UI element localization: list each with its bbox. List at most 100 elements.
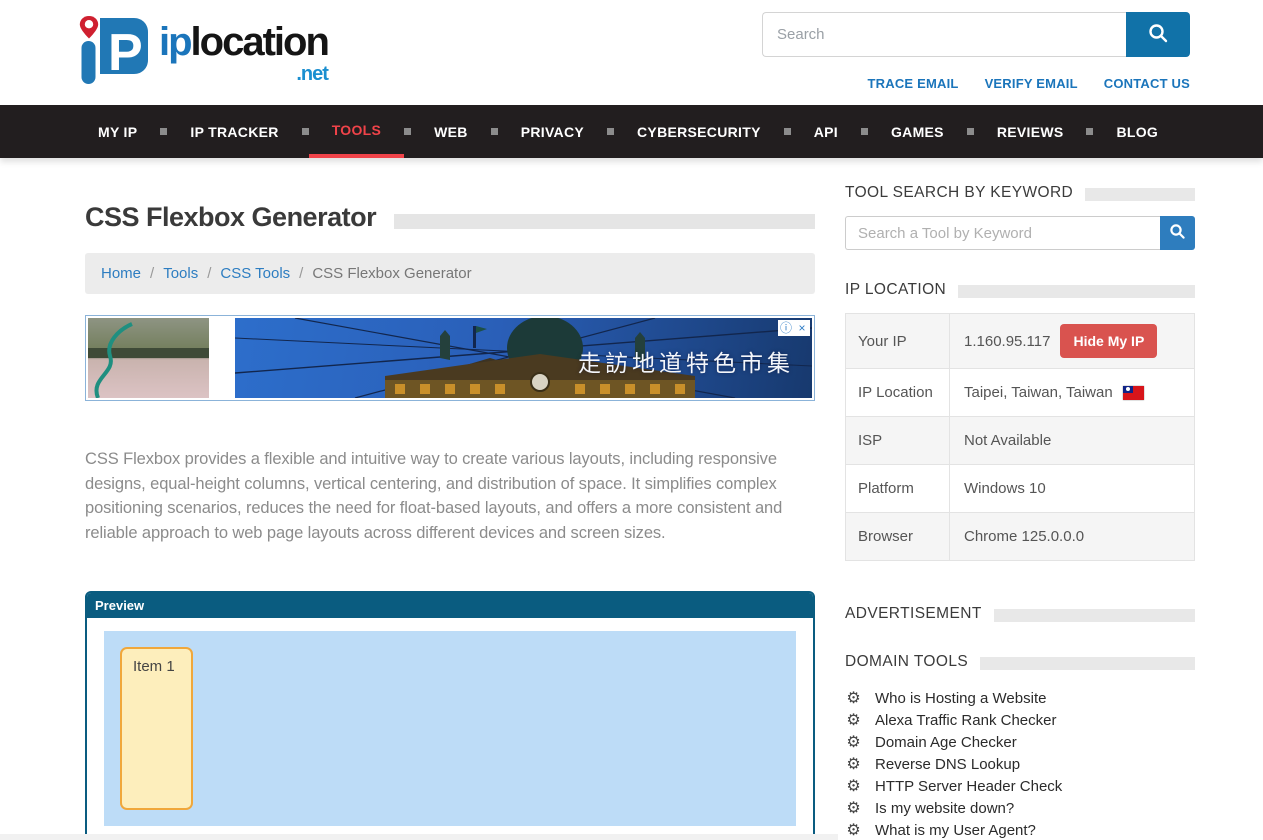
gear-icon: ⚙ xyxy=(845,710,862,732)
contact-us-link[interactable]: CONTACT US xyxy=(1104,76,1190,91)
nav-item-my-ip[interactable]: MY IP xyxy=(75,105,160,158)
heading-decoration-bar xyxy=(958,285,1195,298)
heading-decoration-bar xyxy=(1085,188,1195,201)
breadcrumb-tools[interactable]: Tools xyxy=(163,265,198,282)
ip-location-heading: IP LOCATION xyxy=(845,281,946,299)
ad-info-icon[interactable]: ⓘ xyxy=(778,320,794,336)
site-search-button[interactable] xyxy=(1126,12,1190,57)
browser-value: Chrome 125.0.0.0 xyxy=(964,528,1084,545)
ad-main-image[interactable]: 走訪地道特色市集 ⓘ × xyxy=(235,318,812,398)
ip-row-label: Browser xyxy=(846,513,950,560)
gear-icon: ⚙ xyxy=(845,798,862,820)
preview-title: Preview xyxy=(95,598,144,613)
search-icon xyxy=(1169,223,1186,243)
logo-wordmark: iplocation .net xyxy=(159,22,328,62)
search-icon xyxy=(1147,22,1169,47)
ip-location-heading-row: IP LOCATION xyxy=(845,281,1195,299)
logo-tld: .net xyxy=(296,64,328,84)
heading-decoration-bar xyxy=(994,609,1195,622)
ip-info-table: Your IP 1.160.95.117 Hide My IP IP Locat… xyxy=(845,313,1195,561)
table-row: Your IP 1.160.95.117 Hide My IP xyxy=(846,314,1194,368)
nav-item-privacy[interactable]: PRIVACY xyxy=(498,105,607,158)
ip-location-value: Taipei, Taiwan, Taiwan xyxy=(964,384,1113,401)
breadcrumb-separator: / xyxy=(299,265,303,282)
list-item[interactable]: ⚙ Is my website down? xyxy=(845,798,1195,820)
nav-separator xyxy=(491,128,498,135)
ad-banner[interactable]: 走訪地道特色市集 ⓘ × xyxy=(85,315,815,401)
nav-item-cybersecurity[interactable]: CYBERSECURITY xyxy=(614,105,784,158)
breadcrumb-home[interactable]: Home xyxy=(101,265,141,282)
nav-separator xyxy=(784,128,791,135)
ad-close-icon[interactable]: × xyxy=(794,320,810,336)
ad-badges: ⓘ × xyxy=(778,320,810,336)
header-search-area xyxy=(762,12,1190,57)
logo-word-location: location xyxy=(191,20,328,64)
breadcrumb: Home / Tools / CSS Tools / CSS Flexbox G… xyxy=(85,253,815,294)
preview-panel: Preview Item 1 xyxy=(85,591,815,840)
tool-search-heading: TOOL SEARCH BY KEYWORD xyxy=(845,184,1073,202)
domain-tools-heading: DOMAIN TOOLS xyxy=(845,653,968,671)
site-logo[interactable]: P iplocation .net xyxy=(75,8,328,86)
nav-separator xyxy=(1086,128,1093,135)
main-nav: MY IP IP TRACKER TOOLS WEB PRIVACY CYBER… xyxy=(0,105,1263,158)
breadcrumb-current: CSS Flexbox Generator xyxy=(312,265,471,282)
tool-description: CSS Flexbox provides a flexible and intu… xyxy=(85,447,785,545)
list-item[interactable]: ⚙ Domain Age Checker xyxy=(845,732,1195,754)
table-row: Browser Chrome 125.0.0.0 xyxy=(846,512,1194,560)
alexa-rank-link[interactable]: Alexa Traffic Rank Checker xyxy=(875,710,1056,732)
nav-item-ip-tracker[interactable]: IP TRACKER xyxy=(167,105,301,158)
tool-search-button[interactable] xyxy=(1160,216,1195,250)
tool-search-input[interactable] xyxy=(845,216,1160,250)
nav-item-blog[interactable]: BLOG xyxy=(1093,105,1181,158)
sidebar: TOOL SEARCH BY KEYWORD IP LOCATION Your … xyxy=(845,158,1195,840)
table-row: Platform Windows 10 xyxy=(846,464,1194,512)
domain-age-link[interactable]: Domain Age Checker xyxy=(875,732,1017,754)
nav-item-reviews[interactable]: REVIEWS xyxy=(974,105,1087,158)
ip-row-label: Platform xyxy=(846,465,950,512)
nav-item-tools[interactable]: TOOLS xyxy=(309,105,404,158)
preview-panel-header: Preview xyxy=(87,593,813,618)
hide-my-ip-button[interactable]: Hide My IP xyxy=(1060,324,1157,358)
list-item[interactable]: ⚙ What is my User Agent? xyxy=(845,820,1195,840)
verify-email-link[interactable]: VERIFY EMAIL xyxy=(985,76,1078,91)
who-is-hosting-link[interactable]: Who is Hosting a Website xyxy=(875,688,1046,710)
nav-separator xyxy=(302,128,309,135)
nav-separator xyxy=(607,128,614,135)
breadcrumb-separator: / xyxy=(150,265,154,282)
flexbox-preview-container: Item 1 xyxy=(104,631,796,826)
reverse-dns-link[interactable]: Reverse DNS Lookup xyxy=(875,754,1020,776)
site-header: P iplocation .net TRACE EMAIL VERIFY EMA… xyxy=(0,0,1263,105)
title-decoration-bar xyxy=(394,214,815,229)
nav-item-web[interactable]: WEB xyxy=(411,105,491,158)
website-down-link[interactable]: Is my website down? xyxy=(875,798,1014,820)
gear-icon: ⚙ xyxy=(845,820,862,840)
breadcrumb-css-tools[interactable]: CSS Tools xyxy=(220,265,290,282)
ip-row-label: ISP xyxy=(846,417,950,464)
nav-separator xyxy=(404,128,411,135)
user-agent-link[interactable]: What is my User Agent? xyxy=(875,820,1036,840)
logo-word-ip: ip xyxy=(159,20,191,64)
nav-item-games[interactable]: GAMES xyxy=(868,105,967,158)
your-ip-value: 1.160.95.117 xyxy=(964,333,1050,350)
flex-item-1[interactable]: Item 1 xyxy=(120,647,193,810)
domain-tools-heading-row: DOMAIN TOOLS xyxy=(845,653,1195,671)
preview-panel-body: Item 1 xyxy=(87,618,813,839)
list-item[interactable]: ⚙ Reverse DNS Lookup xyxy=(845,754,1195,776)
main-content: CSS Flexbox Generator Home / Tools / CSS… xyxy=(85,158,815,840)
list-item[interactable]: ⚙ HTTP Server Header Check xyxy=(845,776,1195,798)
http-header-check-link[interactable]: HTTP Server Header Check xyxy=(875,776,1062,798)
ad-caption-text: 走訪地道特色市集 xyxy=(578,344,794,378)
gear-icon: ⚙ xyxy=(845,732,862,754)
nav-item-api[interactable]: API xyxy=(791,105,861,158)
gear-icon: ⚙ xyxy=(845,776,862,798)
list-item[interactable]: ⚙ Alexa Traffic Rank Checker xyxy=(845,710,1195,732)
site-search-input[interactable] xyxy=(762,12,1126,57)
footer-strip xyxy=(0,834,838,840)
list-item[interactable]: ⚙ Who is Hosting a Website xyxy=(845,688,1195,710)
table-row: ISP Not Available xyxy=(846,416,1194,464)
page-title: CSS Flexbox Generator xyxy=(85,202,376,233)
advertisement-heading-row: ADVERTISEMENT xyxy=(845,605,1195,623)
trace-email-link[interactable]: TRACE EMAIL xyxy=(868,76,959,91)
ad-thumbnail-image[interactable] xyxy=(88,318,209,398)
table-row: IP Location Taipei, Taiwan, Taiwan xyxy=(846,368,1194,416)
